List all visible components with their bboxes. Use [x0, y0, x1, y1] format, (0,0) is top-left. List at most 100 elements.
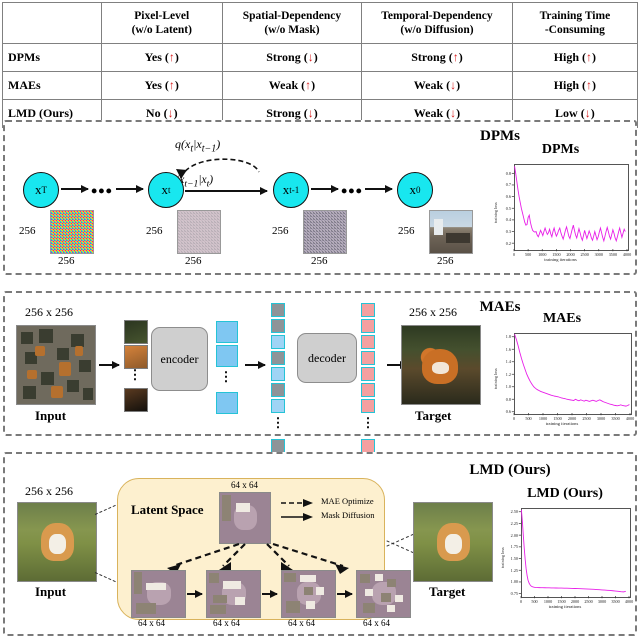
- loss-curve: [518, 509, 630, 599]
- dim-bottom-2: 256: [185, 255, 202, 267]
- header-temporal-line2: (w/o Diffusion): [400, 24, 474, 36]
- arrow-1-icon: [61, 184, 89, 193]
- y-tick-label: 1.2: [505, 371, 511, 377]
- y-tick-label: 1.25: [510, 567, 518, 573]
- dim-bottom-3: 256: [311, 255, 328, 267]
- ellipsis-1: •••: [91, 181, 113, 201]
- header-spatial-dependency: Spatial-Dependency (w/o Mask): [221, 2, 363, 44]
- row-label-0: DPMs: [2, 43, 102, 72]
- arrow-up-icon: ↑: [168, 50, 175, 64]
- x-tick-label: 4000: [622, 251, 632, 257]
- noise-image-x-t-minus-1: [303, 210, 347, 254]
- y-tick-label: 0.4: [505, 217, 511, 223]
- node-x-T: xT: [23, 172, 59, 208]
- lmd-latent-dim-1: 64 x 64: [138, 618, 165, 628]
- panel-lmd: LMD (Ours) 256 x 256 Input Latent Space …: [3, 452, 637, 636]
- lmd-input-dim: 256 x 256: [25, 484, 73, 498]
- dim-bottom-1: 256: [58, 255, 75, 267]
- noise-image-x-T: [50, 210, 94, 254]
- y-tick-label: 0.8: [505, 170, 511, 176]
- lmd-input-image: [17, 502, 97, 582]
- x-tick-label: 4000: [625, 415, 635, 421]
- y-tick-label: 0.6: [505, 194, 511, 199]
- legend-label-mask-diffusion: Mask Diffusion: [321, 510, 375, 520]
- maes-patch-3: [124, 388, 148, 412]
- y-tick-label: 0.6: [505, 409, 511, 415]
- arrow-down-icon: ↓: [450, 106, 457, 120]
- cell-training-time-1: High (↑): [511, 71, 639, 100]
- arrow-up-icon: ↑: [305, 78, 312, 92]
- y-tick-label: 0.8: [505, 396, 511, 402]
- arrow-up-icon: ↑: [586, 50, 593, 64]
- cell-temporal-1: Weak (↓): [361, 71, 513, 100]
- node-x-t: xt: [148, 172, 184, 208]
- y-tick-label: 1.50: [510, 555, 518, 561]
- y-tick-label: 0.2: [505, 240, 511, 246]
- lmd-latent-step-2: [206, 570, 261, 618]
- lmd-latent-dim-3: 64 x 64: [288, 618, 315, 628]
- node-x-t-minus-1: x t-1: [273, 172, 309, 208]
- token-column-vdots: ⋮: [361, 415, 375, 430]
- header-temporal-line1: Temporal-Dependency: [381, 9, 493, 22]
- cell-pixel-level-1: Yes (↑): [100, 71, 223, 100]
- header-empty: [2, 2, 102, 44]
- lmd-latent-step-4: [356, 570, 411, 618]
- maes-latent-token-2: [216, 345, 238, 367]
- dim-left-3: 256: [272, 225, 289, 237]
- token-pink: [361, 439, 375, 453]
- token-pink: [361, 383, 375, 397]
- y-tick-label: 0.7: [505, 182, 511, 188]
- lmd-latent-dim-2: 64 x 64: [213, 618, 240, 628]
- header-training-time: Training Time -Consuming: [511, 2, 639, 44]
- token-blue: [271, 367, 285, 381]
- arrow-2-icon: [116, 184, 144, 193]
- header-training-line2: -Consuming: [544, 24, 605, 36]
- token-pink: [361, 399, 375, 413]
- y-tick-label: 1.00: [510, 579, 518, 585]
- lmd-loss-chart: LMD (Ours) training loss training iteratio…: [495, 486, 635, 616]
- node-x-0: x0: [397, 172, 433, 208]
- table-body: DPMs Yes (↑) Strong (↓) Strong (↑) High (↑) M…: [2, 43, 639, 128]
- arrow-down-icon: ↓: [584, 106, 591, 120]
- lmd-target-label: Target: [429, 584, 466, 599]
- clean-image-x-0: [429, 210, 473, 254]
- lmd-latent-dim-4: 64 x 64: [363, 618, 390, 628]
- y-tick-label: 2.25: [510, 520, 518, 526]
- x-axis-label: training iterations: [544, 257, 577, 262]
- dim-left-4: 256: [398, 225, 415, 237]
- maes-latent-vdots: ⋮: [219, 369, 233, 384]
- legend-solid-arrow-icon: [281, 513, 313, 521]
- maes-arrow-2-icon: [245, 360, 266, 369]
- cell-pixel-level-0: Yes (↑): [100, 43, 223, 72]
- token-pink: [361, 303, 375, 317]
- dim-left-2: 256: [146, 225, 163, 237]
- maes-patch-1: [124, 320, 148, 344]
- maes-latent-token-1: [216, 321, 238, 343]
- header-pixel-level-line1: Pixel-Level: [134, 9, 190, 22]
- token-pink: [361, 351, 375, 365]
- y-tick-label: 1.8: [505, 334, 511, 340]
- lmd-top-latent-dim: 64 x 64: [231, 480, 258, 490]
- x-axis-label: training iterations: [545, 421, 579, 426]
- header-spatial-line2: (w/o Mask): [264, 24, 320, 36]
- maes-input-dim: 256 x 256: [25, 305, 73, 319]
- arrow-up-icon: ↑: [586, 78, 593, 92]
- token-gray: [271, 439, 285, 453]
- table-header-row: Pixel-Level (w/o Latent) Spatial-Depende…: [2, 2, 639, 44]
- dpms-loss-chart: DPMs training loss training iterations 0.2 0…: [488, 142, 633, 269]
- token-gray: [271, 351, 285, 365]
- y-tick-label: 2.00: [510, 532, 518, 538]
- lmd-target-image: [413, 502, 493, 582]
- arrow-up-icon: ↑: [168, 78, 175, 92]
- cell-temporal-0: Strong (↑): [361, 43, 513, 72]
- arrow-3-icon: [311, 184, 339, 193]
- lmd-latent-step-1: [131, 570, 186, 618]
- latent-space-label: Latent Space: [131, 502, 204, 517]
- lmd-title: LMD (Ours): [469, 462, 551, 478]
- token-gray: [271, 383, 285, 397]
- decoder-label: decoder: [308, 350, 346, 365]
- comparison-table: Pixel-Level (w/o Latent) Spatial-Depende…: [2, 2, 639, 128]
- noise-image-x-t: [177, 210, 221, 254]
- panel-dpms: DPMs q(xt|xt−1) pθ(xt−1|xt) xT xt xt-1 x…: [3, 120, 637, 275]
- token-blue: [271, 399, 285, 413]
